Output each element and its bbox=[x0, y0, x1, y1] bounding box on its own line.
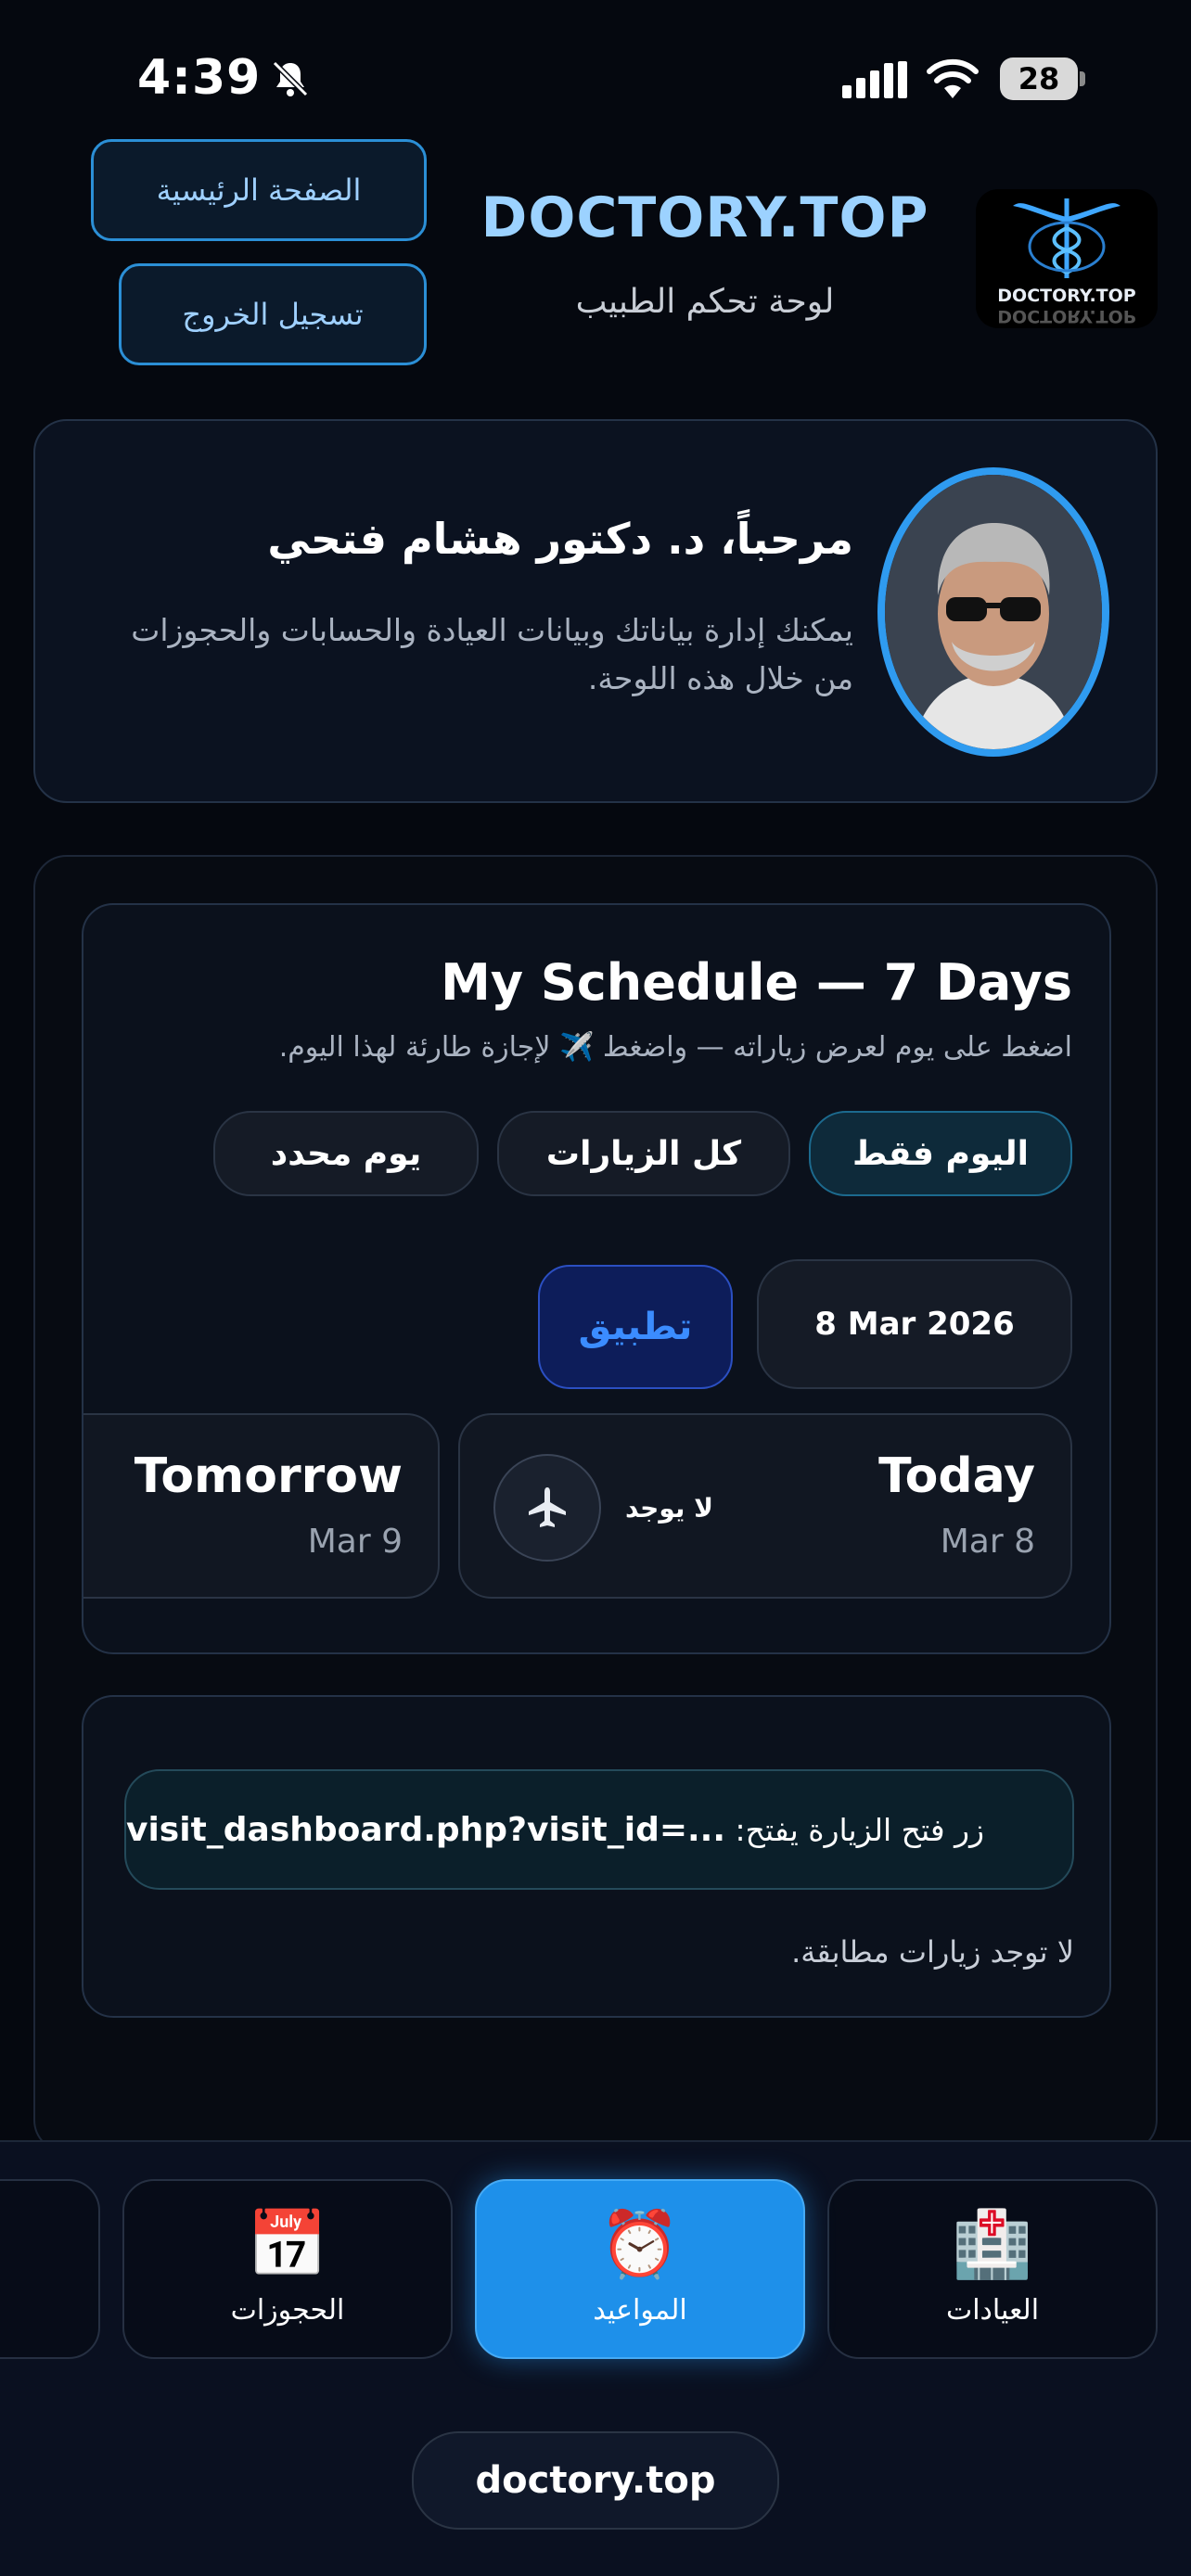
empty-state-text: لا توجد زيارات مطابقة. bbox=[791, 1934, 1074, 1970]
bottom-nav: 🏥 العيادات ⏰ المواعيد 📅 الحجوزات doctory… bbox=[0, 2140, 1191, 2576]
tab-partial[interactable] bbox=[0, 2179, 100, 2359]
tab-bookings[interactable]: 📅 الحجوزات bbox=[122, 2179, 453, 2359]
logo-text: DOCTORY.TOP bbox=[997, 286, 1136, 306]
logo-reflection: DOCTORY.TOP bbox=[997, 306, 1136, 326]
day-date: Mar 9 bbox=[307, 1523, 403, 1561]
brand-subtitle: لوحة تحكم الطبيب bbox=[575, 283, 835, 321]
battery-icon: 28 bbox=[1000, 57, 1087, 100]
home-button[interactable]: الصفحة الرئيسية bbox=[91, 139, 427, 241]
visit-url-prefix: زر فتح الزيارة يفتح: bbox=[735, 1811, 985, 1848]
tab-label: العيادات bbox=[945, 2294, 1040, 2327]
welcome-text: يمكنك إدارة بياناتك وبيانات العيادة والح… bbox=[131, 612, 853, 696]
airplane-icon bbox=[529, 1487, 566, 1527]
tab-clinics[interactable]: 🏥 العيادات bbox=[827, 2179, 1158, 2359]
day-date: Mar 8 bbox=[940, 1523, 1035, 1561]
status-time: 4:39 bbox=[137, 50, 262, 106]
visits-card: زر فتح الزيارة يفتح: visit_dashboard.php… bbox=[82, 1695, 1111, 2018]
day-card-today[interactable]: Today Mar 8 لا يوجد bbox=[458, 1413, 1072, 1599]
status-bar: 4:39 28 bbox=[0, 0, 1191, 139]
day-card-tomorrow[interactable]: Tomorrow Mar 9 bbox=[83, 1413, 440, 1599]
tab-label: المواعيد bbox=[593, 2294, 687, 2327]
filter-today-only[interactable]: اليوم فقط bbox=[809, 1111, 1072, 1196]
filter-all-visits[interactable]: كل الزيارات bbox=[497, 1111, 790, 1196]
battery-level: 28 bbox=[1018, 61, 1060, 96]
apply-button[interactable]: تطبيق bbox=[538, 1265, 733, 1389]
calendar-icon: 📅 bbox=[247, 2206, 328, 2282]
welcome-card: مرحباً، د. دكتور هشام فتحي يمكنك إدارة ب… bbox=[33, 419, 1158, 803]
tab-appointments[interactable]: ⏰ المواعيد bbox=[475, 2179, 805, 2359]
alarm-clock-icon: ⏰ bbox=[599, 2206, 681, 2282]
visit-url-note: زر فتح الزيارة يفتح: visit_dashboard.php… bbox=[124, 1769, 1074, 1890]
signal-icon bbox=[842, 61, 907, 98]
date-field[interactable]: 8 Mar 2026 bbox=[757, 1259, 1072, 1389]
logout-button[interactable]: تسجيل الخروج bbox=[119, 263, 427, 365]
brand-logo[interactable]: DOCTORY.TOP DOCTORY.TOP bbox=[976, 189, 1158, 328]
schedule-title: My Schedule — 7 Days bbox=[441, 953, 1072, 1012]
caduceus-icon bbox=[1013, 198, 1121, 278]
visit-url-code: visit_dashboard.php?visit_id=... bbox=[126, 1810, 726, 1849]
url-bar[interactable]: doctory.top bbox=[412, 2431, 779, 2530]
brand-title: DOCTORY.TOP bbox=[480, 185, 929, 250]
filter-specific-day[interactable]: يوم محدد bbox=[213, 1111, 479, 1196]
avatar bbox=[877, 467, 1109, 757]
main-content: My Schedule — 7 Days اضغط على يوم لعرض ز… bbox=[33, 855, 1158, 2153]
schedule-hint: اضغط على يوم لعرض زياراته — واضغط ✈️ لإج… bbox=[278, 1031, 1072, 1064]
wifi-icon bbox=[927, 58, 979, 98]
welcome-title: مرحباً، د. دكتور هشام فتحي bbox=[267, 514, 853, 564]
day-name: Tomorrow bbox=[134, 1448, 403, 1504]
schedule-card: My Schedule — 7 Days اضغط على يوم لعرض ز… bbox=[82, 903, 1111, 1654]
tab-label: الحجوزات bbox=[230, 2294, 345, 2327]
bell-slash-icon bbox=[272, 60, 309, 97]
emergency-leave-button[interactable] bbox=[493, 1454, 601, 1562]
hospital-icon: 🏥 bbox=[952, 2206, 1033, 2282]
day-name: Today bbox=[878, 1448, 1035, 1504]
day-status: لا يوجد bbox=[625, 1493, 714, 1524]
